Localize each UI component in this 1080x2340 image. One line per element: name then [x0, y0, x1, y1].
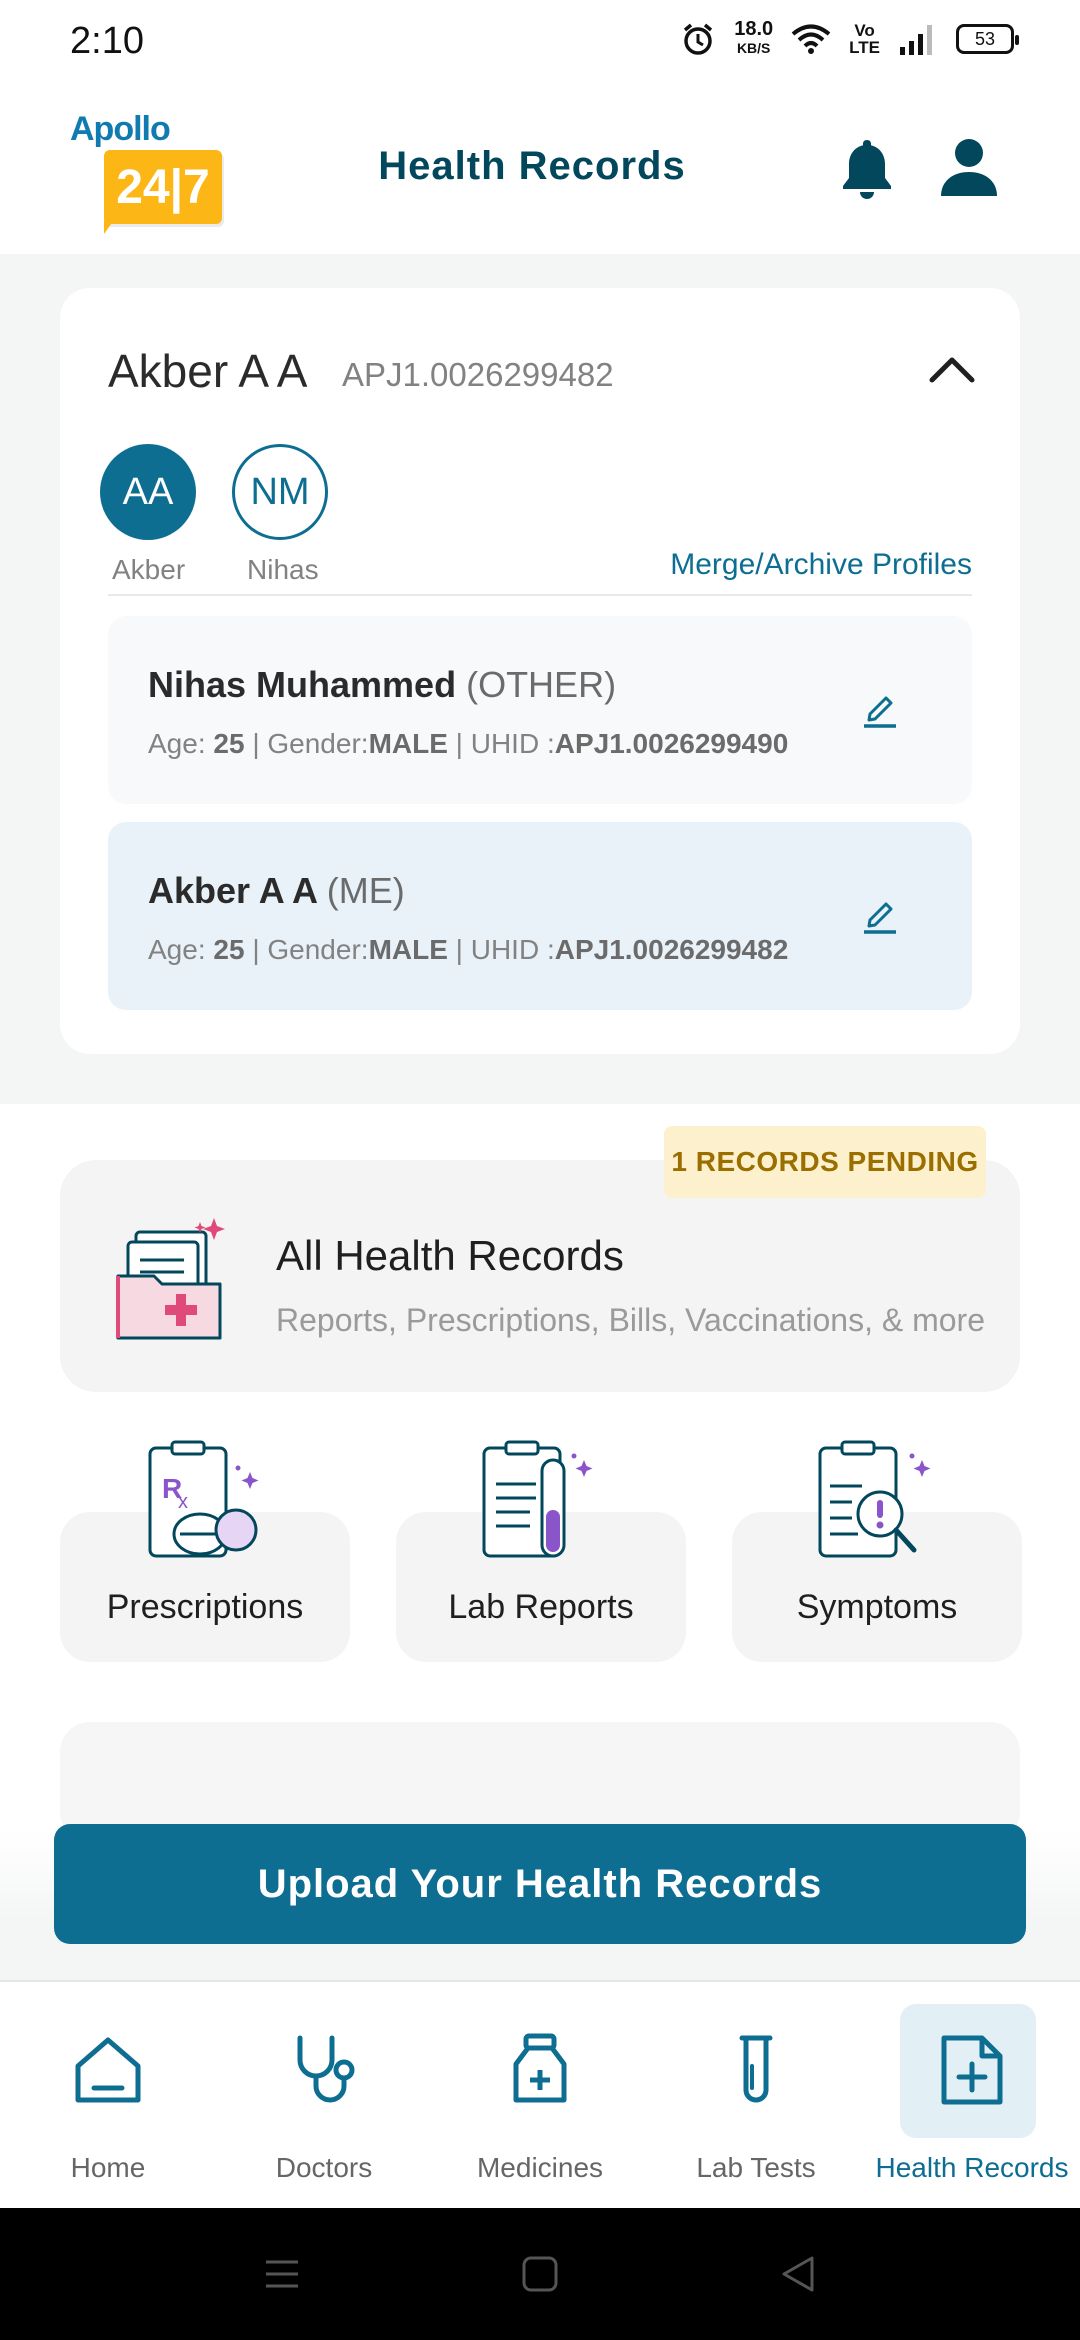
- member-details: Age: 25 | Gender:MALE | UHID :APJ1.00262…: [148, 728, 788, 760]
- member-name-text: Nihas Muhammed: [148, 664, 457, 705]
- prescription-icon: R x: [148, 1440, 259, 1558]
- nav-label: Doctors: [275, 2152, 373, 2183]
- signal-icon: [900, 25, 932, 55]
- age-value: 25: [213, 728, 245, 759]
- uhid-value: APJ1.0026299482: [554, 934, 789, 965]
- age-label: Age:: [148, 728, 214, 759]
- member-name-text: Akber A A: [148, 870, 317, 911]
- nav-doctors[interactable]: Doctors: [216, 1982, 432, 2210]
- all-records-subtitle: Reports, Prescriptions, Bills, Vaccinati…: [276, 1302, 985, 1338]
- avatar-akber[interactable]: AA: [100, 444, 196, 540]
- status-time: 2:10: [70, 20, 144, 62]
- bottom-navigation: Home Doctors Medicines Lab Tests Health …: [0, 1980, 1080, 2208]
- user-profile-icon[interactable]: [938, 136, 1000, 198]
- home-icon: [75, 2037, 141, 2103]
- member-card-akber[interactable]: Akber A A (ME) Age: 25 | Gender:MALE | U…: [108, 822, 972, 1010]
- avatar-label-nihas: Nihas: [247, 554, 319, 585]
- gender-label: | Gender:: [244, 934, 369, 965]
- app-header: Apollo 24|7 Health Records: [0, 84, 1080, 254]
- folder-medical-icon: [116, 1218, 225, 1340]
- avatar-label-akber: Akber: [112, 554, 186, 585]
- edit-pencil-icon[interactable]: [860, 688, 900, 728]
- all-records-title: All Health Records: [276, 1232, 624, 1279]
- page-title: Health Records: [378, 144, 686, 188]
- gender-value: MALE: [368, 934, 448, 965]
- member-card-nihas[interactable]: Nihas Muhammed (OTHER) Age: 25 | Gender:…: [108, 616, 972, 804]
- nav-home[interactable]: Home: [0, 1982, 216, 2210]
- nav-health-records[interactable]: Health Records: [864, 1982, 1080, 2210]
- notification-bell-icon[interactable]: [838, 136, 896, 202]
- age-value: 25: [213, 934, 245, 965]
- status-bar: 2:10 18.0 KB/S Vo LTE 53: [0, 0, 1080, 84]
- tile-label: Lab Reports: [448, 1588, 634, 1626]
- back-triangle-icon[interactable]: [778, 2254, 818, 2294]
- chevron-up-icon[interactable]: [928, 354, 976, 384]
- test-tube-icon: [739, 2035, 773, 2103]
- network-speed: 18.0 KB/S: [734, 18, 774, 58]
- alarm-icon: [684, 23, 713, 55]
- lab-report-icon: [482, 1440, 593, 1558]
- member-relation: (ME): [326, 870, 405, 911]
- nav-medicines[interactable]: Medicines: [432, 1982, 648, 2210]
- merge-archive-link[interactable]: Merge/Archive Profiles: [670, 548, 972, 582]
- medicine-bottle-icon: [513, 2033, 567, 2103]
- tile-label: Symptoms: [796, 1588, 958, 1626]
- volte-line2: LTE: [849, 38, 880, 57]
- edit-pencil-icon[interactable]: [860, 894, 900, 934]
- symptoms-icon: [818, 1440, 931, 1558]
- member-name: Nihas Muhammed (OTHER): [148, 664, 616, 706]
- volte-indicator: Vo LTE: [849, 22, 880, 56]
- tile-label: Prescriptions: [106, 1588, 304, 1626]
- member-relation: (OTHER): [466, 664, 617, 705]
- nav-label: Lab Tests: [696, 2152, 816, 2183]
- uhid-label: | UHID :: [447, 934, 555, 965]
- logo-tail: [104, 220, 114, 234]
- home-square-icon[interactable]: [520, 2254, 560, 2294]
- nav-label: Home: [70, 2152, 146, 2183]
- nav-lab-tests[interactable]: Lab Tests: [648, 1982, 864, 2210]
- nav-label: Medicines: [476, 2152, 604, 2183]
- battery-icon: 53: [956, 24, 1019, 54]
- profile-card: Akber A A APJ1.0026299482 AA Akber NM Ni…: [60, 288, 1020, 1054]
- recents-menu-icon[interactable]: [262, 2254, 302, 2294]
- member-details: Age: 25 | Gender:MALE | UHID :APJ1.00262…: [148, 934, 788, 966]
- age-label: Age:: [148, 934, 214, 965]
- wifi-icon: [791, 24, 831, 54]
- stethoscope-icon: [297, 2035, 355, 2103]
- nav-label: Health Records: [875, 2152, 1069, 2183]
- health-record-icon: [941, 2035, 1003, 2105]
- gender-label: | Gender:: [244, 728, 369, 759]
- network-speed-unit: KB/S: [736, 40, 771, 56]
- uhid-value: APJ1.0026299490: [554, 728, 789, 759]
- network-speed-value: 18.0: [734, 18, 774, 40]
- uhid-label: | UHID :: [447, 728, 555, 759]
- profile-name: Akber A A: [108, 345, 308, 397]
- svg-text:x: x: [178, 1491, 188, 1513]
- divider: [108, 594, 972, 596]
- status-icons: 18.0 KB/S Vo LTE 53: [680, 18, 1019, 58]
- upload-health-records-button[interactable]: Upload Your Health Records: [54, 1824, 1026, 1944]
- all-health-records-card[interactable]: 1 RECORDS PENDING All Health Records Rep…: [60, 1126, 1020, 1392]
- volte-line1: Vo: [854, 21, 875, 40]
- profile-uhid: APJ1.0026299482: [342, 356, 614, 393]
- avatar-nihas[interactable]: NM: [232, 444, 328, 540]
- member-name: Akber A A (ME): [148, 870, 405, 912]
- gender-value: MALE: [368, 728, 448, 759]
- records-pending-badge: 1 RECORDS PENDING: [664, 1126, 986, 1198]
- system-navigation-bar: [0, 2208, 1080, 2340]
